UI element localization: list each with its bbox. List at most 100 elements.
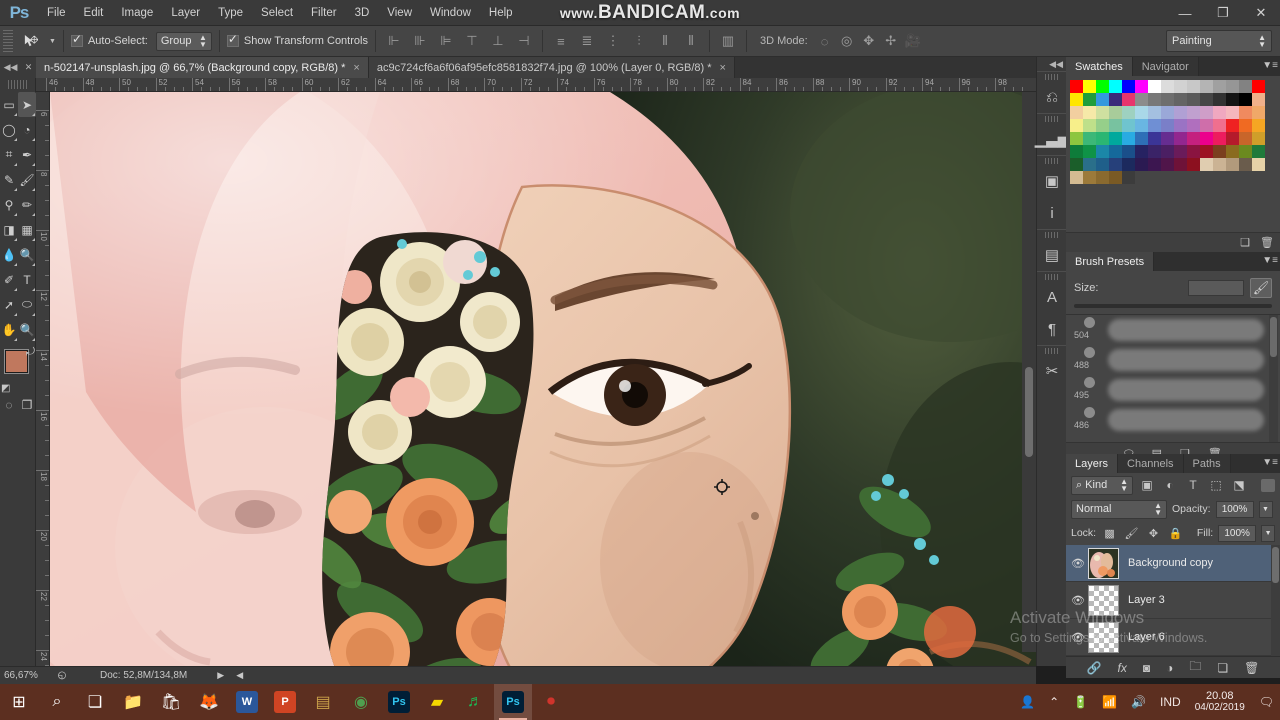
color-swatch[interactable] bbox=[1200, 93, 1213, 106]
menu-item-file[interactable]: File bbox=[38, 3, 75, 23]
tool-flyout-triangle-icon[interactable] bbox=[32, 113, 35, 116]
color-swatch[interactable] bbox=[1187, 106, 1200, 119]
color-swatch[interactable] bbox=[1096, 80, 1109, 93]
color-swatch[interactable] bbox=[1070, 119, 1083, 132]
roll-3d-icon[interactable]: ◎ bbox=[836, 30, 858, 52]
color-swatch[interactable] bbox=[1213, 80, 1226, 93]
align-horizontal-centers-icon[interactable]: ⊪ bbox=[409, 30, 431, 52]
wifi-icon[interactable]: 📶 bbox=[1102, 695, 1117, 709]
filter-type-icon[interactable]: T bbox=[1184, 476, 1202, 495]
rail-group-grip[interactable] bbox=[1045, 74, 1058, 80]
color-swatch[interactable] bbox=[1148, 132, 1161, 145]
color-swatch[interactable] bbox=[1187, 158, 1200, 171]
tool-flyout-triangle-icon[interactable] bbox=[14, 163, 17, 166]
color-swatch[interactable] bbox=[1135, 158, 1148, 171]
new-adjustment-layer-icon[interactable]: ◑ bbox=[1166, 661, 1173, 675]
volume-icon[interactable]: 🔊 bbox=[1131, 695, 1146, 709]
color-swatch[interactable] bbox=[1083, 93, 1096, 106]
options-bar-grip[interactable] bbox=[3, 30, 13, 52]
tool-flyout-triangle-icon[interactable] bbox=[14, 138, 17, 141]
color-swatch[interactable] bbox=[1135, 145, 1148, 158]
color-swatch[interactable] bbox=[1070, 158, 1083, 171]
color-swatch[interactable] bbox=[1226, 119, 1239, 132]
color-swatch[interactable] bbox=[1070, 132, 1083, 145]
path-selection-tool-icon[interactable]: ➚ bbox=[0, 292, 18, 317]
tool-flyout-triangle-icon[interactable] bbox=[32, 338, 35, 341]
history-brush-tool-icon[interactable]: ✏ bbox=[18, 192, 36, 217]
layer-filter-kind-dropdown[interactable]: ⌕ Kind ▲ ▼ bbox=[1071, 475, 1133, 495]
color-swatch[interactable] bbox=[1252, 80, 1265, 93]
color-swatch[interactable] bbox=[1148, 158, 1161, 171]
color-swatch[interactable] bbox=[1109, 106, 1122, 119]
adjustments-icon[interactable]: ▤ bbox=[1037, 239, 1067, 271]
brush-preset-item[interactable]: 495 bbox=[1066, 375, 1280, 405]
color-swatch[interactable] bbox=[1187, 119, 1200, 132]
tool-presets-icon[interactable]: ✂ bbox=[1037, 355, 1067, 387]
color-swatch[interactable] bbox=[1174, 119, 1187, 132]
spotify-icon[interactable]: ♬ bbox=[456, 684, 494, 720]
color-swatch[interactable] bbox=[1161, 106, 1174, 119]
color-swatch[interactable] bbox=[1109, 145, 1122, 158]
color-swatch[interactable] bbox=[1252, 106, 1265, 119]
color-swatch[interactable] bbox=[1252, 93, 1265, 106]
document-info-icon[interactable]: ◵ bbox=[52, 669, 72, 683]
layer-visibility-eye-icon[interactable]: 👁 bbox=[1068, 557, 1088, 570]
eraser-tool-icon[interactable]: ◨ bbox=[0, 217, 18, 242]
tool-flyout-triangle-icon[interactable] bbox=[32, 313, 35, 316]
tab-bar-collapse[interactable]: ◀◀ ✕ bbox=[0, 57, 36, 78]
color-swatch[interactable] bbox=[1200, 158, 1213, 171]
color-swatch[interactable] bbox=[1226, 132, 1239, 145]
delete-swatch-icon[interactable]: 🗑 bbox=[1260, 236, 1274, 249]
color-swatch[interactable] bbox=[1226, 145, 1239, 158]
show-hidden-icons-chevron-icon[interactable]: ⌃ bbox=[1049, 695, 1059, 709]
clone-stamp-tool-icon[interactable]: ⚲ bbox=[0, 192, 18, 217]
rail-group-grip[interactable] bbox=[1045, 158, 1058, 164]
color-swatch[interactable] bbox=[1096, 171, 1109, 184]
menu-item-select[interactable]: Select bbox=[252, 3, 302, 23]
color-swatch[interactable] bbox=[1161, 119, 1174, 132]
close-tab-icon[interactable]: × bbox=[720, 62, 726, 74]
move-tool-icon[interactable] bbox=[13, 29, 47, 53]
color-swatch[interactable] bbox=[1200, 80, 1213, 93]
microsoft-store-icon[interactable]: 🛍 bbox=[152, 684, 190, 720]
menu-item-view[interactable]: View bbox=[378, 3, 421, 23]
tool-preset-chevron-icon[interactable]: ▼ bbox=[49, 38, 56, 45]
color-swatch[interactable] bbox=[1174, 158, 1187, 171]
minimize-button[interactable]: — bbox=[1166, 0, 1204, 26]
scale-3d-camera-icon[interactable]: 🎥 bbox=[902, 30, 924, 52]
auto-select-scope-dropdown[interactable]: Group ▲ ▼ bbox=[155, 31, 212, 51]
color-swatch[interactable] bbox=[1096, 106, 1109, 119]
auto-select-checkbox[interactable] bbox=[70, 32, 83, 47]
color-swatch[interactable] bbox=[1070, 106, 1083, 119]
taskbar-clock[interactable]: 20.08 04/02/2019 bbox=[1195, 690, 1245, 714]
color-swatch[interactable] bbox=[1070, 80, 1083, 93]
document-tab-1[interactable]: ac9c724cf6a6f06af95efc8581832f74.jpg @ 1… bbox=[368, 57, 735, 78]
color-swatch[interactable] bbox=[1226, 80, 1239, 93]
blend-mode-dropdown[interactable]: Normal ▲ ▼ bbox=[1071, 499, 1167, 519]
workspace-switcher[interactable]: Painting ▲ ▼ bbox=[1166, 30, 1272, 52]
tool-flyout-triangle-icon[interactable] bbox=[14, 288, 17, 291]
spot-healing-brush-tool-icon[interactable]: ✎ bbox=[0, 167, 18, 192]
color-swatch[interactable] bbox=[1135, 93, 1148, 106]
people-icon[interactable]: 👤 bbox=[1020, 695, 1035, 709]
new-layer-icon[interactable]: ❏ bbox=[1217, 661, 1228, 675]
layer-row[interactable]: 👁 Layer 6 bbox=[1066, 619, 1280, 656]
foreground-color-swatch[interactable] bbox=[5, 350, 28, 373]
add-layer-mask-icon[interactable]: ◙ bbox=[1143, 661, 1150, 675]
rail-group-grip[interactable] bbox=[1045, 116, 1058, 122]
color-swatch[interactable] bbox=[1122, 171, 1135, 184]
color-swatch[interactable] bbox=[1109, 119, 1122, 132]
color-swatch[interactable] bbox=[1083, 132, 1096, 145]
default-colors-icon[interactable]: ◩ bbox=[1, 383, 10, 394]
tool-flyout-triangle-icon[interactable] bbox=[14, 188, 17, 191]
restore-button[interactable]: ❐ bbox=[1204, 0, 1242, 26]
color-swatch[interactable] bbox=[1109, 158, 1122, 171]
lasso-tool-icon[interactable]: ◯ bbox=[0, 117, 18, 142]
color-swatch[interactable] bbox=[1122, 119, 1135, 132]
layer-row[interactable]: 👁 Layer 3 bbox=[1066, 582, 1280, 619]
tab-layers[interactable]: Layers bbox=[1066, 454, 1119, 473]
lock-all-icon[interactable]: 🔒 bbox=[1167, 525, 1184, 542]
color-swatch[interactable] bbox=[1213, 145, 1226, 158]
tool-flyout-triangle-icon[interactable] bbox=[32, 163, 35, 166]
color-swatch[interactable] bbox=[1187, 132, 1200, 145]
